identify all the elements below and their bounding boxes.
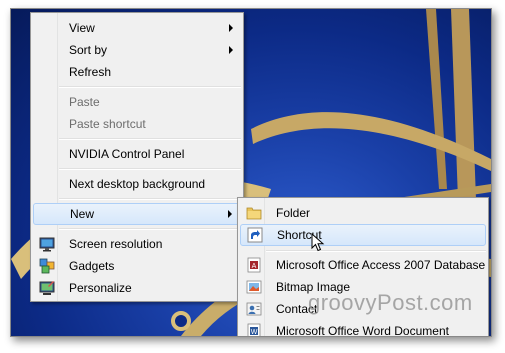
menu-item-paste[interactable]: Paste <box>33 91 241 113</box>
submenu-arrow-icon <box>228 210 232 218</box>
submenu-item-access-database[interactable]: A Microsoft Office Access 2007 Database <box>240 254 486 276</box>
menu-item-label: NVIDIA Control Panel <box>69 147 185 161</box>
menu-item-label: Paste shortcut <box>69 117 146 131</box>
menu-item-sort-by[interactable]: Sort by <box>33 39 241 61</box>
svg-text:W: W <box>251 329 258 336</box>
menu-separator <box>59 228 241 230</box>
menu-separator <box>59 168 241 170</box>
monitor-icon <box>39 237 55 252</box>
bitmap-icon <box>246 280 262 294</box>
menu-item-new[interactable]: New <box>33 203 241 225</box>
desktop-screenshot: View Sort by Refresh Paste Paste shortcu… <box>10 8 492 337</box>
menu-item-label: View <box>69 21 95 35</box>
submenu-item-word-document[interactable]: W Microsoft Office Word Document <box>240 320 486 337</box>
menu-separator <box>59 198 241 200</box>
svg-text:A: A <box>252 263 257 270</box>
menu-item-refresh[interactable]: Refresh <box>33 61 241 83</box>
menu-item-label: Next desktop background <box>69 177 206 191</box>
menu-item-personalize[interactable]: Personalize <box>33 277 241 299</box>
menu-item-label: Microsoft Office Word Document <box>276 324 449 337</box>
contact-icon <box>246 302 262 316</box>
menu-item-screen-resolution[interactable]: Screen resolution <box>33 233 241 255</box>
menu-item-label: Refresh <box>69 65 112 79</box>
folder-icon <box>246 207 262 220</box>
menu-item-paste-shortcut[interactable]: Paste shortcut <box>33 113 241 135</box>
menu-item-label: Folder <box>276 206 311 220</box>
mouse-cursor-icon <box>311 233 325 252</box>
access-icon: A <box>247 257 261 273</box>
menu-item-view[interactable]: View <box>33 17 241 39</box>
submenu-item-shortcut[interactable]: Shortcut <box>240 224 486 246</box>
menu-item-next-desktop-background[interactable]: Next desktop background <box>33 173 241 195</box>
menu-item-label: Personalize <box>69 281 132 295</box>
shortcut-icon <box>247 227 263 243</box>
personalize-icon <box>39 281 55 295</box>
menu-item-label: New <box>70 207 95 221</box>
submenu-arrow-icon <box>229 46 233 54</box>
menu-separator <box>59 138 241 140</box>
watermark-text: groovyPost.com <box>308 290 473 315</box>
new-submenu: Folder Shortcut A Microsoft Office Acces… <box>237 197 489 337</box>
word-icon: W <box>247 323 261 336</box>
gadgets-icon <box>39 258 55 274</box>
desktop-context-menu: View Sort by Refresh Paste Paste shortcu… <box>30 12 244 302</box>
menu-item-label: Screen resolution <box>69 237 163 251</box>
menu-item-gadgets[interactable]: Gadgets <box>33 255 241 277</box>
menu-item-label: Sort by <box>69 43 108 57</box>
submenu-arrow-icon <box>229 24 233 32</box>
submenu-item-folder[interactable]: Folder <box>240 202 486 224</box>
menu-separator <box>266 250 486 252</box>
menu-separator <box>59 86 241 88</box>
menu-item-label: Gadgets <box>69 259 115 273</box>
menu-item-label: Microsoft Office Access 2007 Database <box>276 258 486 272</box>
menu-item-label: Paste <box>69 95 100 109</box>
menu-item-nvidia-control-panel[interactable]: NVIDIA Control Panel <box>33 143 241 165</box>
